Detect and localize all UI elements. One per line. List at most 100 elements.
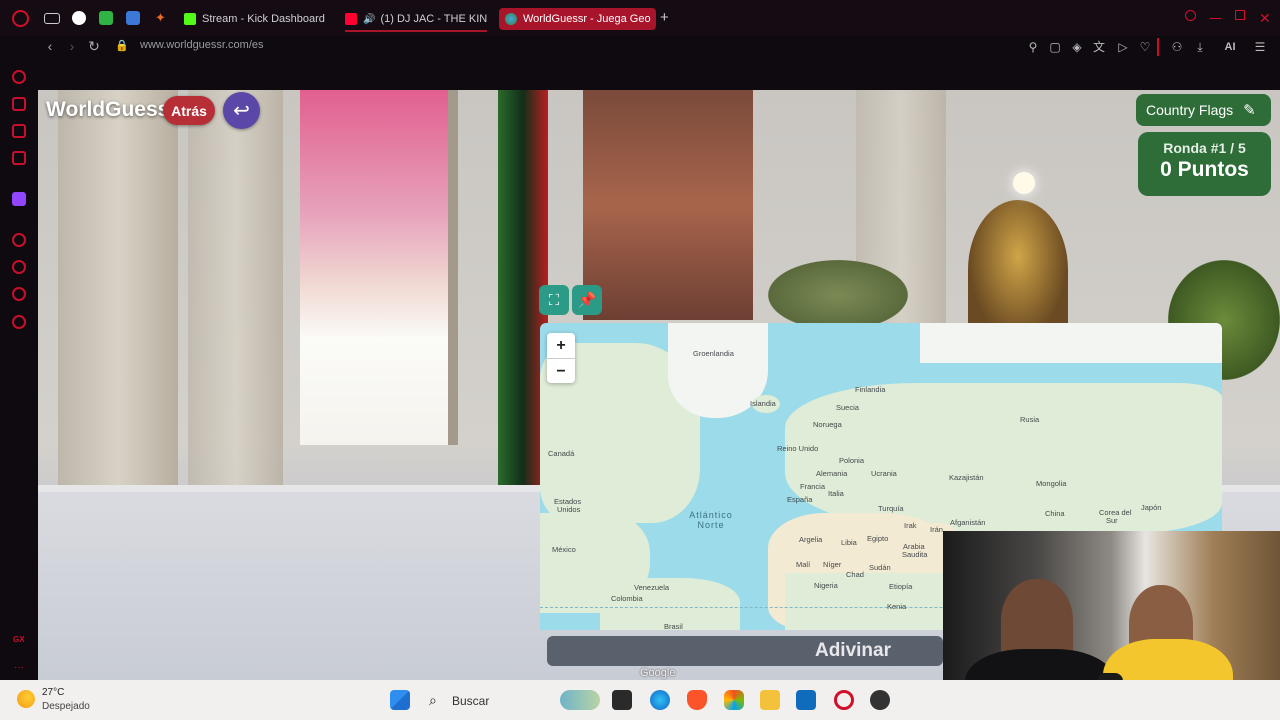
zoom-out-button[interactable]: − bbox=[547, 359, 575, 384]
map-label: Kenia bbox=[887, 602, 907, 611]
task-view-icon[interactable] bbox=[612, 690, 632, 710]
toolbar-divider bbox=[1157, 38, 1159, 56]
tab-icon-circle[interactable] bbox=[72, 11, 86, 25]
plant bbox=[768, 260, 908, 330]
forward-arrow-icon[interactable]: › bbox=[64, 38, 80, 54]
obs-icon[interactable] bbox=[870, 690, 890, 710]
map-label: Francia bbox=[800, 482, 826, 491]
ocean-label: Atlántico Norte bbox=[680, 510, 742, 530]
pin-map-icon[interactable]: 📌 bbox=[572, 285, 602, 315]
windows-start-icon[interactable] bbox=[390, 690, 410, 710]
stained-glass-window bbox=[300, 90, 458, 445]
maximize-icon[interactable] bbox=[1235, 10, 1245, 20]
close-icon[interactable]: ✕ bbox=[1259, 10, 1275, 26]
search-highlight-icon[interactable] bbox=[560, 690, 600, 710]
weather-sun-icon[interactable] bbox=[17, 690, 35, 708]
weather-temperature[interactable]: 27°C bbox=[42, 687, 64, 698]
map-label: Mongolia bbox=[1036, 479, 1067, 488]
map-label: Níger bbox=[823, 560, 842, 569]
back-arrow-icon[interactable]: ‹ bbox=[42, 38, 58, 54]
map-label: Malí bbox=[796, 560, 811, 569]
translate-icon[interactable]: 文 bbox=[1092, 40, 1106, 54]
outlook-icon[interactable] bbox=[796, 690, 816, 710]
opera-gx-logo-icon[interactable] bbox=[12, 10, 29, 27]
map-label: Italia bbox=[828, 489, 844, 498]
youtube-icon bbox=[345, 13, 357, 25]
map-label: Brasil bbox=[664, 622, 683, 630]
gamepad-icon[interactable] bbox=[44, 13, 60, 24]
tab-worldguessr[interactable]: WorldGuessr - Juega Geo bbox=[499, 8, 656, 30]
heart-icon[interactable]: ♡ bbox=[1138, 40, 1152, 54]
sidebar-messenger-icon[interactable] bbox=[12, 151, 26, 165]
url-field[interactable]: www.worldguessr.com/es bbox=[140, 39, 264, 51]
brave-icon[interactable] bbox=[687, 690, 707, 710]
pin-icon[interactable]: ⚲ bbox=[1026, 40, 1040, 54]
map-label: Irak bbox=[904, 521, 917, 530]
gx-icon[interactable]: GX bbox=[13, 635, 25, 644]
tab-label: (1) DJ JAC - THE KING bbox=[380, 13, 487, 25]
map-label: Canadá bbox=[548, 449, 575, 458]
shield-icon[interactable]: ◈ bbox=[1070, 40, 1084, 54]
sidebar-twitch-icon[interactable] bbox=[12, 192, 26, 206]
reload-icon[interactable]: ↻ bbox=[86, 38, 102, 54]
map-label: Sur bbox=[1106, 516, 1118, 525]
expand-map-icon[interactable]: ⛶ bbox=[539, 285, 569, 315]
map-label: Unidos bbox=[557, 505, 581, 514]
tab-bar: ✦ Stream - Kick Dashboard 🔊 (1) DJ JAC -… bbox=[0, 0, 1280, 36]
windows-taskbar bbox=[0, 680, 1280, 720]
ai-button[interactable]: AI bbox=[1217, 40, 1243, 54]
minimize-icon[interactable] bbox=[1210, 10, 1221, 19]
account-icon[interactable]: ⚇ bbox=[1170, 40, 1184, 54]
map-label: Ucrania bbox=[871, 469, 897, 478]
opera-gx-icon[interactable] bbox=[834, 690, 854, 710]
map-label: Suecia bbox=[836, 403, 859, 412]
sidebar-extensions-icon[interactable] bbox=[12, 287, 26, 301]
sidebar-history-icon[interactable] bbox=[12, 260, 26, 274]
sidebar-gx-corner-icon[interactable] bbox=[12, 97, 26, 111]
tab-icon-blue[interactable] bbox=[126, 11, 140, 25]
weather-description[interactable]: Despejado bbox=[42, 701, 90, 712]
map-label: Argelia bbox=[799, 535, 823, 544]
map-label: Etiopía bbox=[889, 582, 913, 591]
back-button[interactable]: Atrás bbox=[163, 96, 215, 125]
tab-icon-orange[interactable]: ✦ bbox=[155, 11, 169, 25]
download-icon[interactable]: ⤓ bbox=[1193, 40, 1207, 54]
google-attribution: Google bbox=[640, 667, 676, 679]
return-to-start-icon[interactable]: ↩ bbox=[223, 92, 260, 129]
map-label: Chad bbox=[846, 570, 864, 579]
tab-kick-dashboard[interactable]: Stream - Kick Dashboard bbox=[184, 8, 334, 30]
pencil-icon[interactable]: ✎ bbox=[1243, 101, 1256, 119]
zoom-in-button[interactable]: + bbox=[547, 333, 575, 359]
edge-icon[interactable] bbox=[650, 690, 670, 710]
tab-icon-green-plus[interactable] bbox=[99, 11, 113, 25]
map-zoom-control: + − bbox=[547, 333, 575, 383]
menu-icon[interactable]: ☰ bbox=[1253, 40, 1267, 54]
snapshot-icon[interactable]: ▢ bbox=[1048, 40, 1062, 54]
worldguessr-logo[interactable]: WorldGuessr bbox=[46, 98, 177, 122]
play-icon[interactable]: ▷ bbox=[1116, 40, 1130, 54]
tab-label: WorldGuessr - Juega Geo bbox=[523, 13, 651, 25]
map-label: Egipto bbox=[867, 534, 889, 543]
sidebar-speed-dial-icon[interactable] bbox=[12, 70, 26, 84]
tab-youtube[interactable]: 🔊 (1) DJ JAC - THE KING bbox=[345, 8, 487, 32]
guess-button[interactable]: Adivinar bbox=[547, 636, 943, 666]
map-label: Alemania bbox=[816, 469, 848, 478]
map-label: Rusia bbox=[1020, 415, 1040, 424]
sidebar-settings-icon[interactable] bbox=[12, 315, 26, 329]
central-africa bbox=[785, 573, 950, 630]
more-icon[interactable]: ··· bbox=[14, 662, 24, 673]
kick-icon bbox=[184, 13, 196, 25]
sidebar-bookmarks-icon[interactable] bbox=[12, 124, 26, 138]
taskbar-search-placeholder[interactable]: Buscar bbox=[452, 694, 489, 708]
file-explorer-icon[interactable] bbox=[760, 690, 780, 710]
map-label: Islandia bbox=[750, 399, 776, 408]
sidebar-player-icon[interactable] bbox=[12, 233, 26, 247]
copilot-icon[interactable] bbox=[724, 690, 744, 710]
map-label: Afganistán bbox=[950, 518, 986, 527]
search-icon[interactable] bbox=[1185, 10, 1196, 21]
game-mode-pill[interactable]: Country Flags ✎ bbox=[1136, 94, 1271, 126]
map-label: Venezuela bbox=[634, 583, 670, 592]
new-tab-button[interactable]: + bbox=[660, 10, 676, 26]
game-mode-label: Country Flags bbox=[1146, 102, 1234, 118]
map-label: Colombia bbox=[611, 594, 643, 603]
